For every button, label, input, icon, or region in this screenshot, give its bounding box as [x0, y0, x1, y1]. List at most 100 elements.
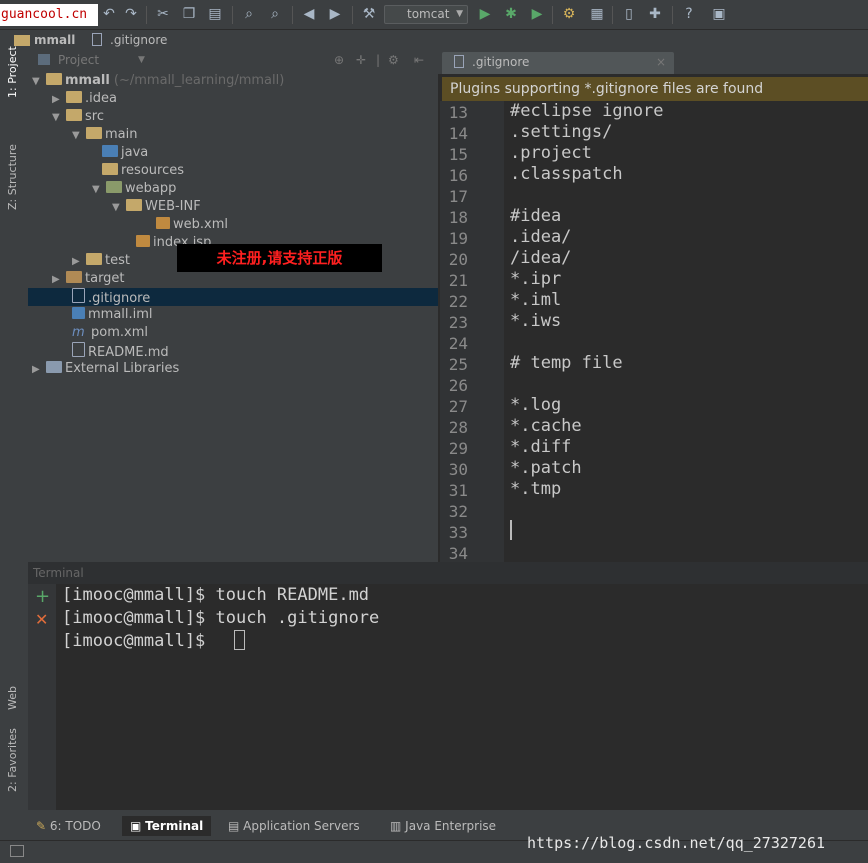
- gear-icon[interactable]: ⚙: [388, 50, 399, 70]
- cut-icon[interactable]: ✂: [154, 5, 172, 23]
- tree-item-resources[interactable]: resources: [102, 162, 184, 180]
- tree-item-src[interactable]: ▼ src: [52, 108, 104, 126]
- tree-item-external-libraries[interactable]: ▶ External Libraries: [32, 360, 179, 378]
- tab-todo[interactable]: ✎ 6: TODO: [36, 816, 101, 836]
- toolbar-separator: [146, 6, 147, 24]
- code-line: /idea/: [510, 248, 572, 268]
- tree-item-label: webapp: [125, 181, 177, 196]
- terminal-toolbar: + ✕: [28, 584, 56, 810]
- forward-icon[interactable]: ▶: [326, 5, 344, 23]
- code-line: *.ipr: [510, 269, 562, 289]
- tab-project[interactable]: 1: Project: [6, 46, 19, 98]
- tree-root-name: mmall: [65, 73, 110, 88]
- new-session-icon[interactable]: +: [35, 586, 50, 607]
- breadcrumb-file[interactable]: .gitignore: [110, 30, 167, 50]
- file-icon: [72, 342, 85, 357]
- line-number: 19: [448, 229, 468, 248]
- maven-icon: m: [72, 325, 85, 340]
- tree-item-pom-xml[interactable]: m pom.xml: [72, 324, 148, 342]
- tree-item-java[interactable]: java: [102, 144, 148, 162]
- tab-todo-label: 6: TODO: [49, 819, 101, 833]
- run-config-dropdown[interactable]: tomcat ▼: [384, 5, 468, 24]
- code-line: .classpatch: [510, 164, 623, 184]
- back-icon[interactable]: ◀: [300, 5, 318, 23]
- tab-application-servers[interactable]: ▤ Application Servers: [228, 816, 360, 836]
- project-panel-header: Project ▼ ⊕ ✛ | ⚙ ⇤: [28, 50, 438, 70]
- editor-tab-gitignore[interactable]: .gitignore ×: [442, 52, 674, 74]
- tree-item-webapp[interactable]: ▼ webapp: [92, 180, 176, 198]
- code-editor[interactable]: #eclipse ignore .settings/ .project .cla…: [504, 101, 868, 562]
- folder-icon: [86, 253, 102, 265]
- collapsed-arrow-icon: ▶: [32, 364, 40, 375]
- code-line: *.iws: [510, 311, 562, 331]
- tab-terminal[interactable]: ▣ Terminal: [122, 816, 212, 836]
- line-number: 26: [448, 376, 468, 395]
- tree-item-web-xml[interactable]: web.xml: [156, 216, 228, 234]
- run-icon[interactable]: ▶: [476, 5, 494, 23]
- line-number: 22: [448, 292, 468, 311]
- module-folder-icon: [46, 73, 62, 85]
- collapse-icon[interactable]: ✛: [356, 50, 366, 70]
- toolbar-separator: [292, 6, 293, 24]
- tree-item-gitignore[interactable]: .gitignore: [72, 288, 150, 306]
- tree-item-label: src: [85, 109, 104, 124]
- close-icon[interactable]: ×: [656, 52, 666, 72]
- help-icon[interactable]: ?: [680, 5, 698, 23]
- tab-structure[interactable]: Z: Structure: [6, 144, 19, 210]
- coverage-icon[interactable]: ▶: [528, 5, 546, 23]
- tree-root[interactable]: ▼ mmall (~/mmall_learning/mmall): [32, 72, 284, 90]
- tree-item-web-inf[interactable]: ▼ WEB-INF: [112, 198, 201, 216]
- tree-item-test[interactable]: ▶ test: [72, 252, 130, 270]
- replace-icon[interactable]: ⌕: [266, 5, 284, 23]
- close-session-icon[interactable]: ✕: [35, 610, 48, 629]
- tree-item-label: .gitignore: [88, 291, 151, 306]
- tree-item-readme[interactable]: README.md: [72, 342, 169, 360]
- copy-icon[interactable]: ❐: [180, 5, 198, 23]
- terminal-line: [imooc@mmall]$: [62, 631, 216, 651]
- tab-web[interactable]: Web: [6, 686, 19, 710]
- line-number: 23: [448, 313, 468, 332]
- tree-item-idea[interactable]: ▶ .idea: [52, 90, 117, 108]
- toolbar-separator: [352, 6, 353, 24]
- terminal-icon: ▣: [130, 819, 142, 833]
- find-icon[interactable]: ⌕: [240, 5, 258, 23]
- code-line: #idea: [510, 206, 562, 226]
- sdk-icon[interactable]: ▯: [620, 5, 638, 23]
- project-structure-icon[interactable]: ▦: [588, 5, 606, 23]
- code-line: .idea/: [510, 227, 572, 247]
- left-tool-strip: 1: Project Z: Structure Web 2: Favorites: [0, 46, 28, 810]
- watermark-top: guancool.cn: [0, 4, 98, 26]
- tab-java-enterprise[interactable]: ▥ Java Enterprise: [390, 816, 496, 836]
- scroll-from-source-icon[interactable]: ⊕: [334, 50, 344, 70]
- library-icon: [46, 361, 62, 373]
- line-number: 18: [448, 208, 468, 227]
- build-icon[interactable]: ⚒: [360, 5, 378, 23]
- paste-icon[interactable]: ▤: [206, 5, 224, 23]
- redo-icon[interactable]: ↷: [122, 5, 140, 23]
- text-caret: [510, 520, 512, 540]
- plugin-notification-banner[interactable]: Plugins supporting *.gitignore files are…: [442, 77, 868, 101]
- terminal-icon[interactable]: ▣: [710, 5, 728, 23]
- hide-icon[interactable]: ⇤: [414, 50, 424, 70]
- xml-file-icon: [156, 217, 170, 229]
- line-number: 17: [448, 187, 468, 206]
- editor-tab-label: .gitignore: [472, 55, 530, 69]
- line-number: 13: [448, 103, 468, 122]
- tree-item-main[interactable]: ▼ main: [72, 126, 137, 144]
- toolbar-separator: [672, 6, 673, 24]
- breadcrumb-project[interactable]: mmall: [34, 30, 75, 50]
- line-number: 21: [448, 271, 468, 290]
- chevron-down-icon[interactable]: ▼: [138, 50, 145, 70]
- tab-java-enterprise-label: Java Enterprise: [405, 819, 497, 833]
- terminal-line: [imooc@mmall]$ touch README.md: [62, 585, 370, 605]
- tree-item-target[interactable]: ▶ target: [52, 270, 125, 288]
- toggle-tool-windows-icon[interactable]: [10, 845, 24, 857]
- project-view-label[interactable]: Project: [58, 50, 99, 70]
- folder-icon: [86, 127, 102, 139]
- plugin-icon[interactable]: ✚: [646, 5, 664, 23]
- debug-icon[interactable]: ✱: [502, 5, 520, 23]
- tree-item-mmall-iml[interactable]: mmall.iml: [72, 306, 153, 324]
- undo-icon[interactable]: ↶: [100, 5, 118, 23]
- tab-favorites[interactable]: 2: Favorites: [6, 728, 19, 792]
- settings-icon[interactable]: ⚙: [560, 5, 578, 23]
